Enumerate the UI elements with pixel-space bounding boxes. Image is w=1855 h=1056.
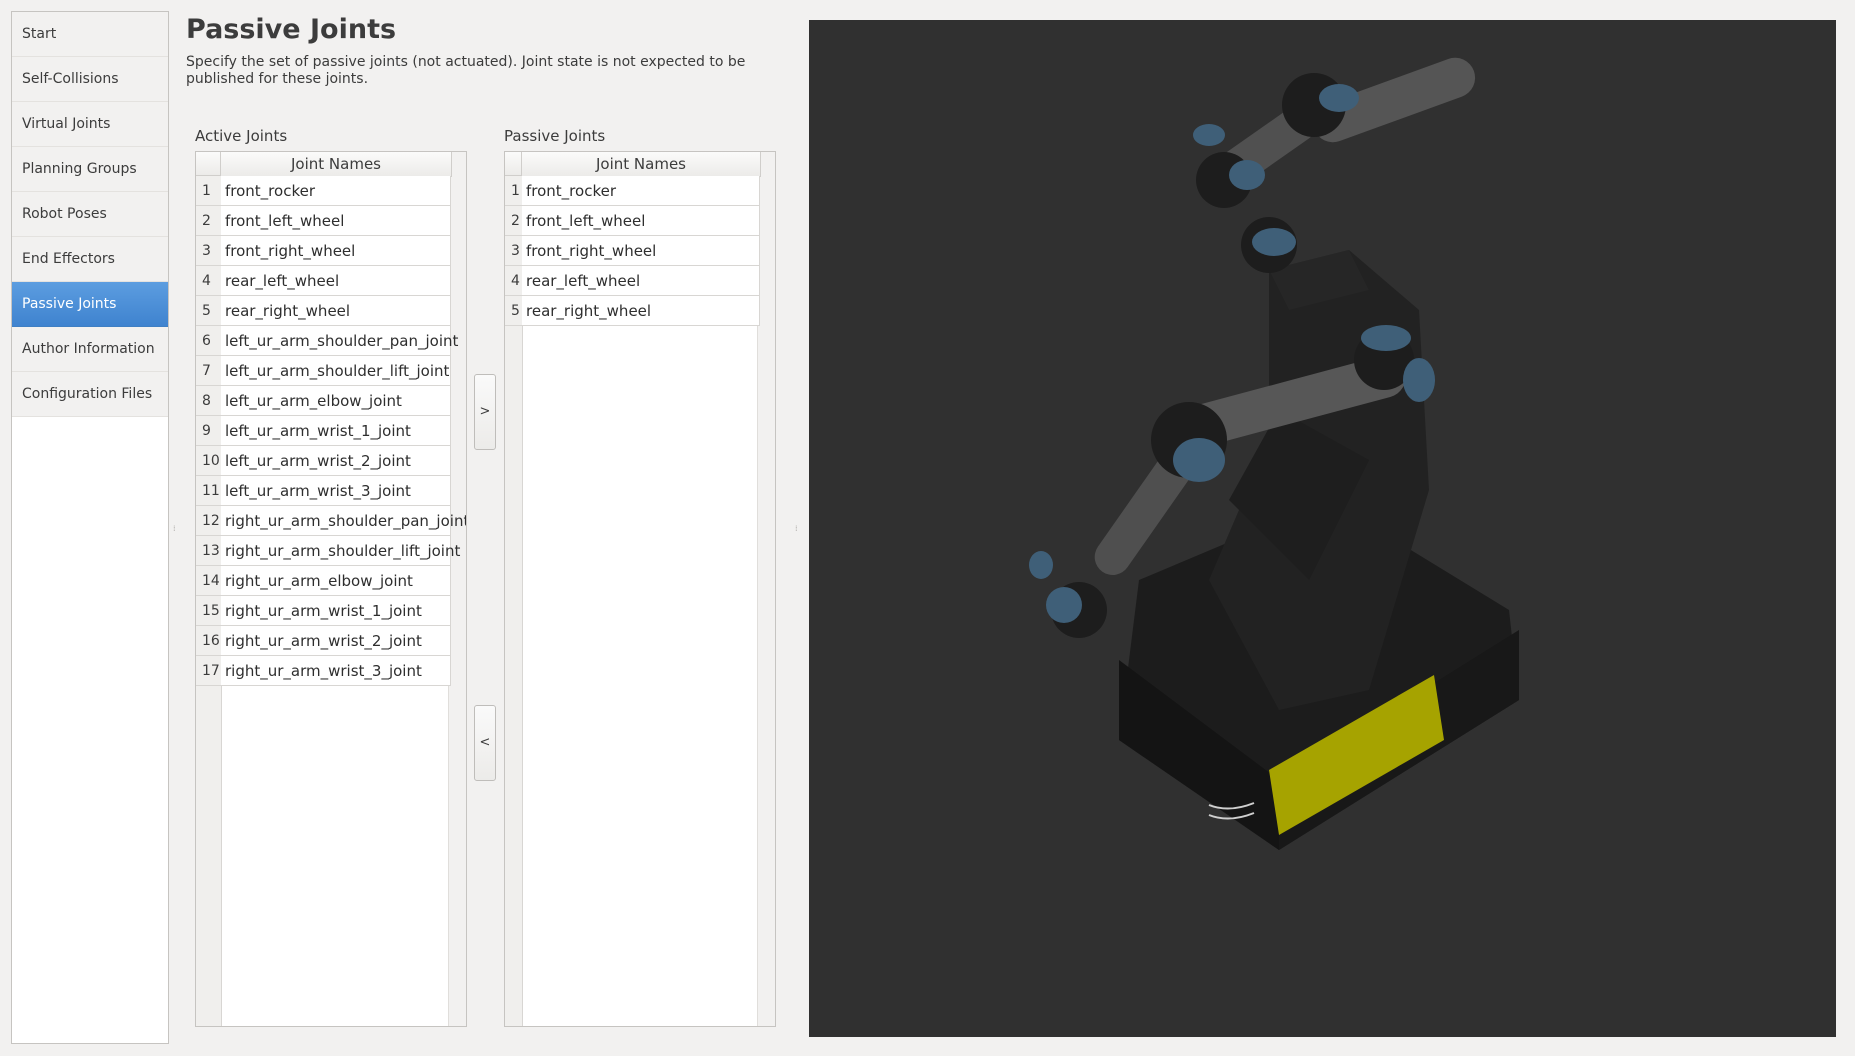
active-joints-label: Active Joints [195,127,288,145]
row-number: 1 [505,176,522,206]
row-number: 2 [196,206,221,236]
joint-name-cell[interactable]: left_ur_arm_elbow_joint [221,386,451,416]
joint-name-cell[interactable]: left_ur_arm_wrist_2_joint [221,446,451,476]
row-number: 3 [196,236,221,266]
sidebar-nav: Start Self-Collisions Virtual Joints Pla… [11,11,169,1044]
row-number: 15 [196,596,221,626]
joint-cap [1252,228,1296,256]
row-number: 17 [196,656,221,686]
joint-name-cell[interactable]: left_ur_arm_shoulder_pan_joint [221,326,458,356]
passive-joints-table[interactable]: Joint Names 1 front_rocker 2 front_left_whe… [504,151,776,1027]
joint-name-cell[interactable]: front_right_wheel [221,236,451,266]
move-to-active-button[interactable]: < [474,705,496,781]
sidebar-item-virtual-joints[interactable]: Virtual Joints [12,102,168,147]
joint-name-cell[interactable]: front_rocker [522,176,760,206]
column-header-joint-names[interactable]: Joint Names [221,152,452,177]
sidebar-item-end-effectors[interactable]: End Effectors [12,237,168,282]
sidebar-item-start[interactable]: Start [12,12,168,57]
row-number: 5 [505,296,522,326]
joint-name-cell[interactable]: front_rocker [221,176,451,206]
column-header-joint-names[interactable]: Joint Names [522,152,761,177]
row-number: 12 [196,506,221,536]
robot-model-render [1029,57,1519,850]
splitter-handle[interactable]: ⁞ [173,524,176,533]
row-number: 10 [196,446,221,476]
joint-cap [1229,160,1265,190]
joint-name-cell[interactable]: front_right_wheel [522,236,760,266]
joint-name-cell[interactable]: rear_left_wheel [221,266,451,296]
row-number: 13 [196,536,221,566]
row-number: 14 [196,566,221,596]
row-number: 1 [196,176,221,206]
robot-3d-viewport[interactable] [809,20,1836,1037]
joint-name-cell[interactable]: left_ur_arm_shoulder_lift_joint [221,356,451,386]
sidebar-item-self-collisions[interactable]: Self-Collisions [12,57,168,102]
joint-name-cell[interactable]: rear_left_wheel [522,266,760,296]
row-number: 6 [196,326,221,356]
table-corner [505,152,522,176]
row-number: 3 [505,236,522,266]
row-number: 5 [196,296,221,326]
joint-cap [1029,551,1053,579]
joint-name-cell[interactable]: front_left_wheel [221,206,451,236]
row-number: 7 [196,356,221,386]
row-number: 11 [196,476,221,506]
sidebar-item-passive-joints[interactable]: Passive Joints [12,282,168,327]
joint-name-cell[interactable]: right_ur_arm_elbow_joint [221,566,451,596]
table-corner [196,152,221,176]
joint-cap [1361,325,1411,351]
active-joints-table[interactable]: Joint Names 1 front_rocker 2 front_left_whe… [195,151,467,1027]
sidebar-item-planning-groups[interactable]: Planning Groups [12,147,168,192]
joint-cap [1173,438,1225,482]
joint-cap [1193,124,1225,146]
joint-cap [1319,84,1359,112]
joint-name-cell[interactable]: left_ur_arm_wrist_1_joint [221,416,451,446]
joint-name-cell[interactable]: right_ur_arm_shoulder_lift_joint [221,536,460,566]
row-number: 16 [196,626,221,656]
row-number: 4 [196,266,221,296]
joint-name-cell[interactable]: right_ur_arm_shoulder_pan_joint [221,506,466,536]
joint-name-cell[interactable]: rear_right_wheel [522,296,760,326]
passive-joints-label: Passive Joints [504,127,606,145]
sidebar-item-configuration-files[interactable]: Configuration Files [12,372,168,417]
joint-name-cell[interactable]: right_ur_arm_wrist_3_joint [221,656,451,686]
move-to-passive-button[interactable]: > [474,374,496,450]
page-description: Specify the set of passive joints (not a… [186,54,746,87]
joint-name-cell[interactable]: left_ur_arm_wrist_3_joint [221,476,451,506]
splitter-handle[interactable]: ⁞ [795,524,798,533]
sidebar-item-author-information[interactable]: Author Information [12,327,168,372]
sidebar-item-robot-poses[interactable]: Robot Poses [12,192,168,237]
joint-name-cell[interactable]: right_ur_arm_wrist_1_joint [221,596,451,626]
row-number: 2 [505,206,522,236]
joint-name-cell[interactable]: right_ur_arm_wrist_2_joint [221,626,451,656]
joint-cap [1046,587,1082,623]
row-number: 9 [196,416,221,446]
joint-cap [1403,358,1435,402]
joint-name-cell[interactable]: front_left_wheel [522,206,760,236]
page-title: Passive Joints [186,14,397,45]
row-number: 8 [196,386,221,416]
row-number: 4 [505,266,522,296]
joint-name-cell[interactable]: rear_right_wheel [221,296,451,326]
